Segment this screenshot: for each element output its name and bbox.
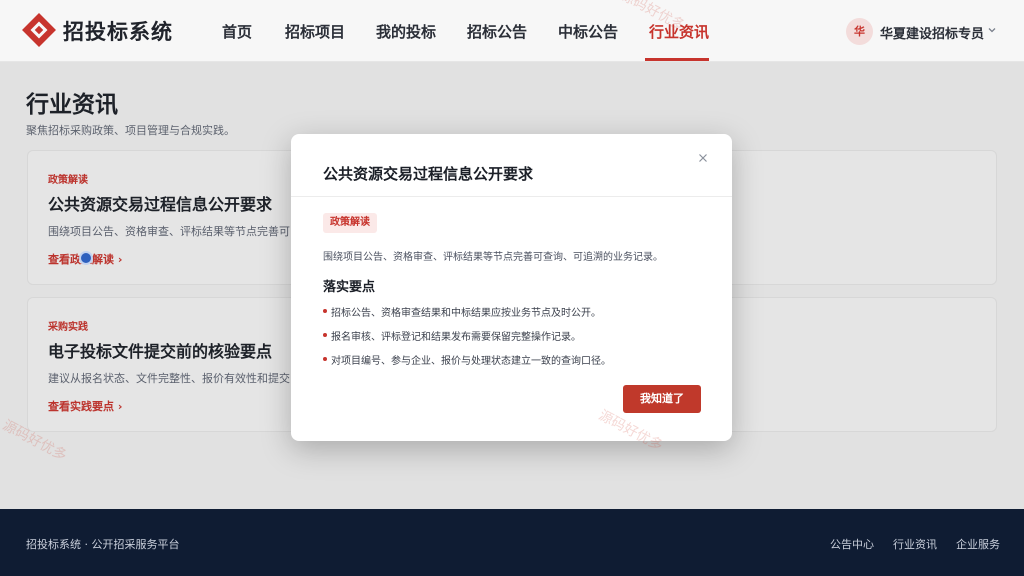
close-icon[interactable] bbox=[696, 151, 710, 165]
list-item: 对项目编号、参与企业、报价与处理状态建立一致的查询口径。 bbox=[331, 356, 611, 367]
footer-link-notices[interactable]: 公告中心 bbox=[830, 536, 874, 552]
avatar[interactable]: 华 bbox=[846, 18, 873, 45]
top-header: 招投标系统 首页 招标项目 我的投标 招标公告 中标公告 行业资讯 华 华夏建设… bbox=[0, 0, 1024, 62]
bullet-dot bbox=[323, 357, 327, 361]
confirm-button[interactable]: 我知道了 bbox=[623, 385, 701, 413]
list-item: 报名审核、评标登记和结果发布需要保留完整操作记录。 bbox=[331, 332, 581, 343]
footer-link-services[interactable]: 企业服务 bbox=[956, 536, 1000, 552]
nav-tender-notices[interactable]: 招标公告 bbox=[467, 21, 527, 42]
brand-name[interactable]: 招投标系统 bbox=[63, 16, 173, 46]
footer: 招投标系统 · 公开招采服务平台 公告中心 行业资讯 企业服务 bbox=[0, 509, 1024, 576]
footer-link-news[interactable]: 行业资讯 bbox=[893, 536, 937, 552]
modal-section-title: 落实要点 bbox=[323, 280, 376, 295]
modal-divider bbox=[291, 196, 732, 197]
nav-tender-projects[interactable]: 招标项目 bbox=[285, 21, 345, 42]
bullet-dot bbox=[323, 333, 327, 337]
user-name[interactable]: 华夏建设招标专员 bbox=[880, 23, 984, 42]
article-modal: 公共资源交易过程信息公开要求 政策解读 围绕项目公告、资格审查、评标结果等节点完… bbox=[291, 134, 732, 441]
nav-home[interactable]: 首页 bbox=[222, 21, 252, 42]
modal-title: 公共资源交易过程信息公开要求 bbox=[323, 165, 534, 183]
modal-tag: 政策解读 bbox=[323, 213, 377, 233]
nav-award-notices[interactable]: 中标公告 bbox=[558, 21, 618, 42]
nav-my-bids[interactable]: 我的投标 bbox=[376, 21, 436, 42]
nav-active-indicator bbox=[645, 58, 709, 61]
logo-icon bbox=[22, 13, 56, 47]
footer-copyright: 招投标系统 · 公开招采服务平台 bbox=[26, 538, 180, 551]
bullet-dot bbox=[323, 309, 327, 313]
chevron-down-icon[interactable] bbox=[987, 25, 997, 35]
list-item: 招标公告、资格审查结果和中标结果应按业务节点及时公开。 bbox=[331, 308, 601, 319]
modal-description: 围绕项目公告、资格审查、评标结果等节点完善可查询、可追溯的业务记录。 bbox=[323, 252, 663, 263]
